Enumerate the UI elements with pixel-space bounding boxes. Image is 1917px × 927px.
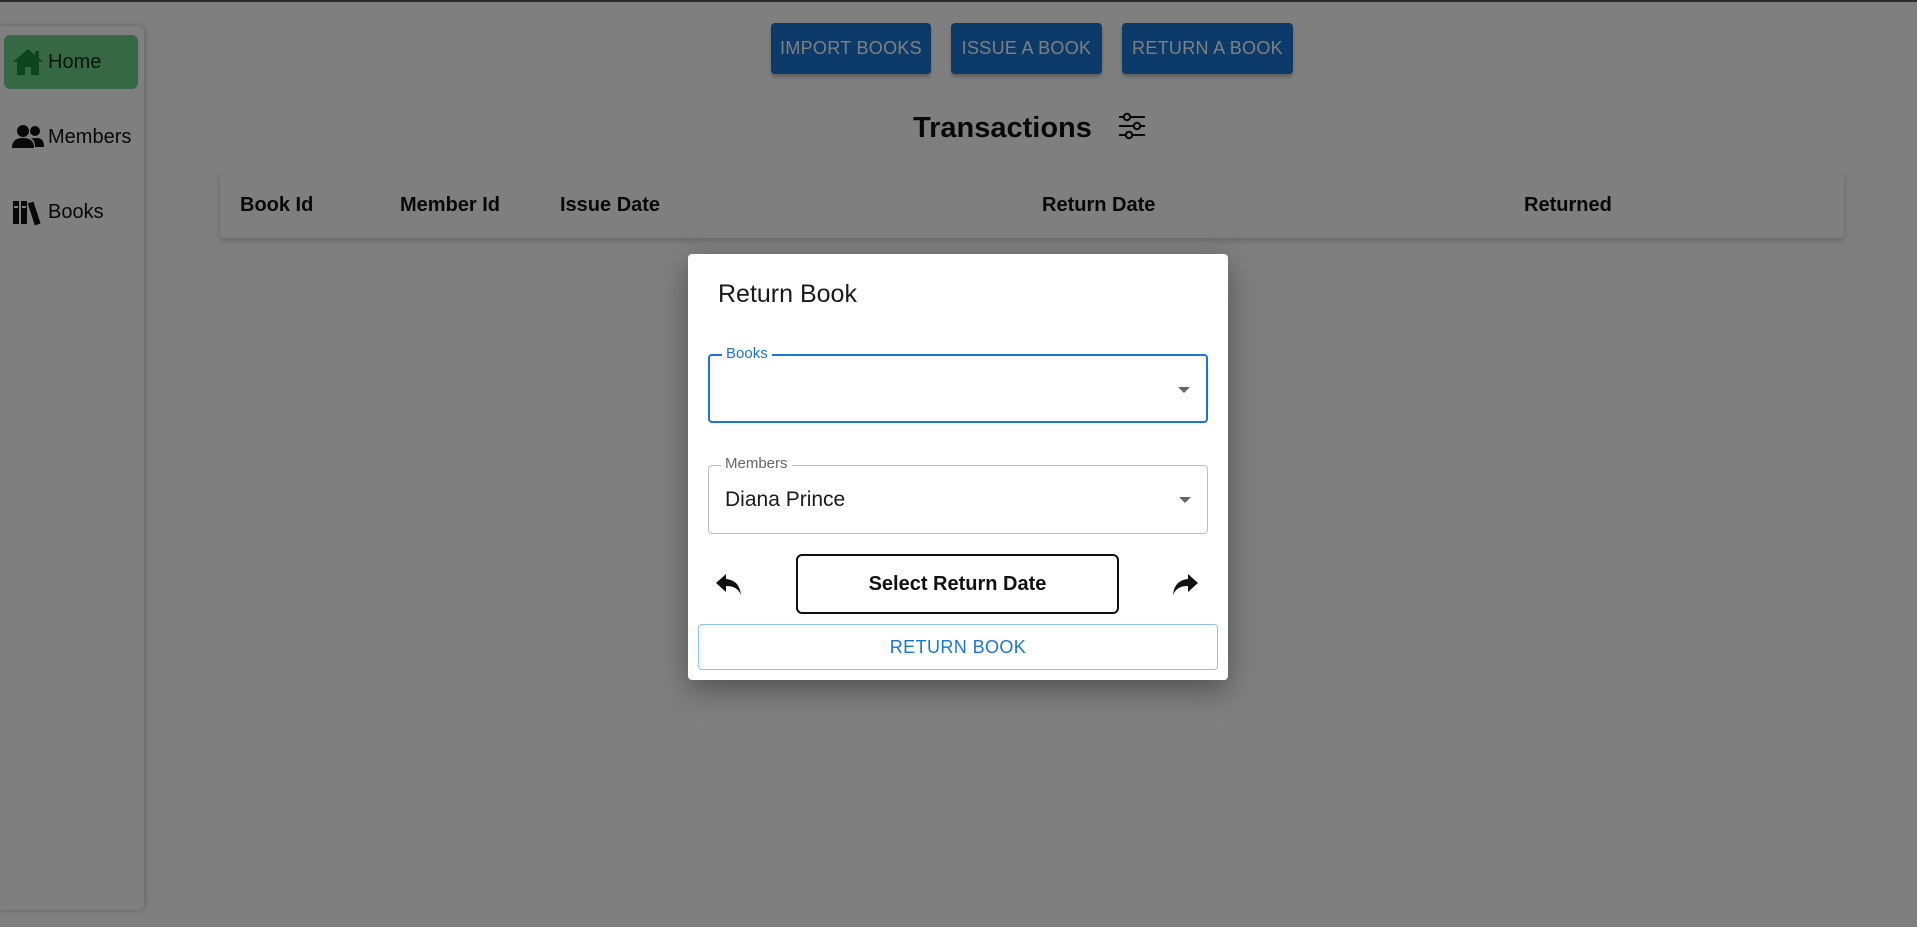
select-return-date-button[interactable]: Select Return Date	[796, 554, 1119, 614]
members-select[interactable]: Members Diana Prince	[708, 456, 1208, 534]
redo-arrow-icon[interactable]	[1168, 568, 1202, 602]
books-select[interactable]: Books	[708, 346, 1208, 423]
chevron-down-icon	[1178, 387, 1190, 393]
books-select-label: Books	[722, 346, 772, 362]
dialog-title: Return Book	[718, 280, 857, 308]
return-book-submit-button[interactable]: RETURN BOOK	[698, 624, 1218, 670]
return-book-dialog: Return Book Books Members Diana Prince S…	[688, 254, 1228, 680]
members-select-value: Diana Prince	[725, 488, 846, 511]
members-select-label: Members	[721, 456, 792, 472]
chevron-down-icon	[1179, 497, 1191, 503]
undo-arrow-icon[interactable]	[712, 568, 746, 602]
